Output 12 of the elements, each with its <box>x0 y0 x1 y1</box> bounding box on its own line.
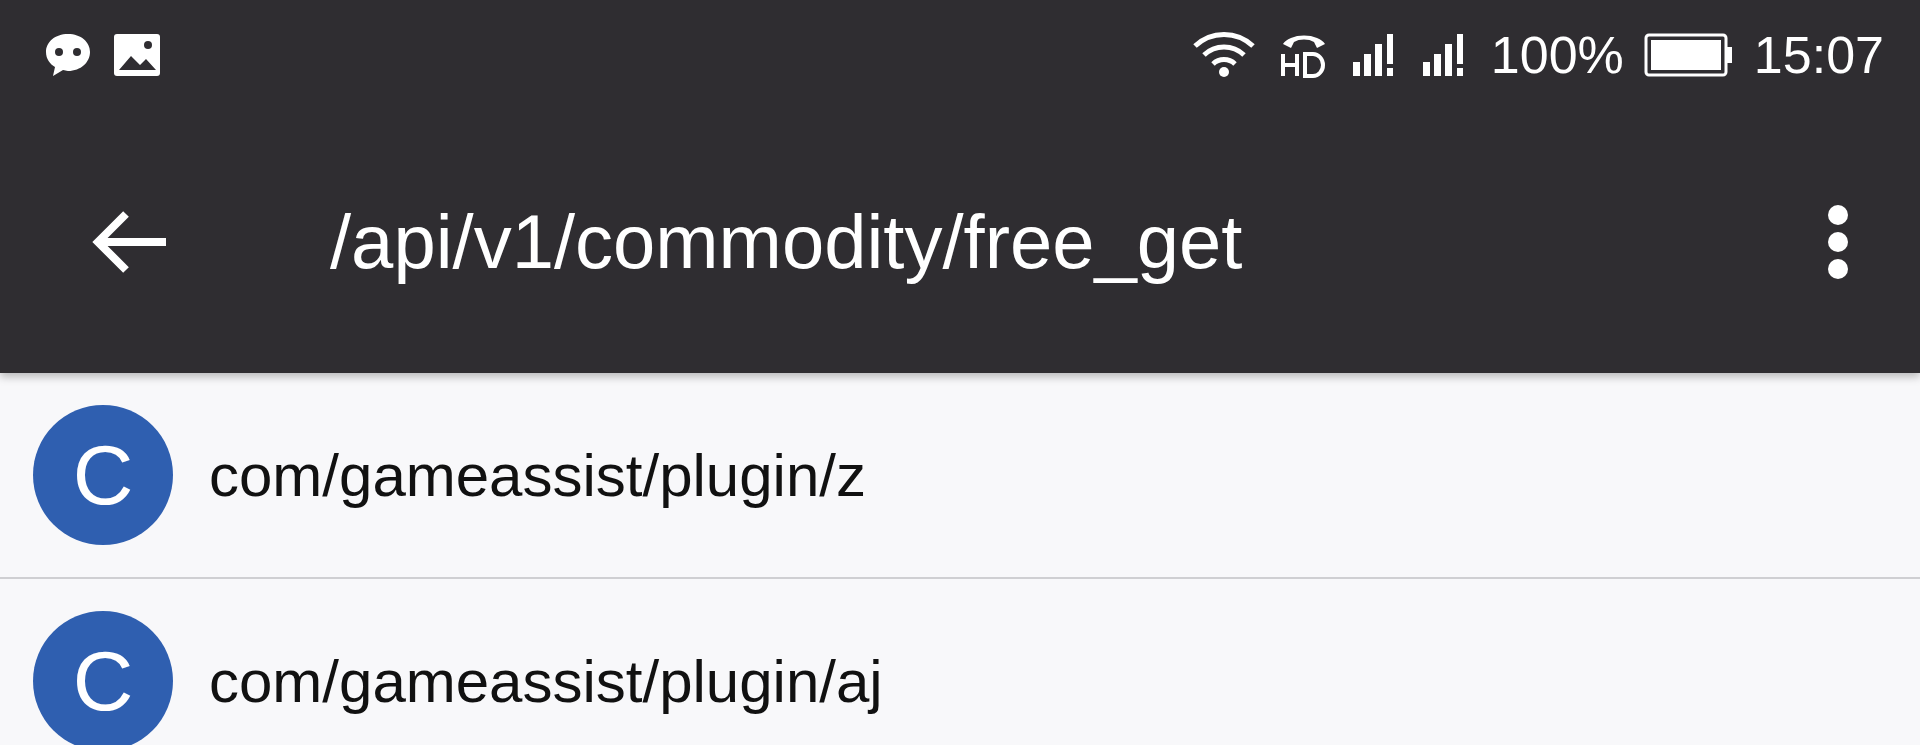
more-menu-button[interactable] <box>1826 204 1850 279</box>
image-icon <box>112 32 162 78</box>
battery-icon <box>1643 33 1734 77</box>
battery-percent: 100% <box>1490 29 1624 81</box>
letter-avatar: C <box>33 611 173 745</box>
letter-avatar: C <box>33 405 173 545</box>
chat-bubble-icon <box>44 32 92 78</box>
item-label: com/gameassist/plugin/z <box>209 440 866 510</box>
clock: 15:07 <box>1753 29 1884 81</box>
item-label: com/gameassist/plugin/aj <box>209 646 883 716</box>
page-title: /api/v1/commodity/free_get <box>330 198 1244 285</box>
more-vertical-icon <box>1826 204 1850 279</box>
